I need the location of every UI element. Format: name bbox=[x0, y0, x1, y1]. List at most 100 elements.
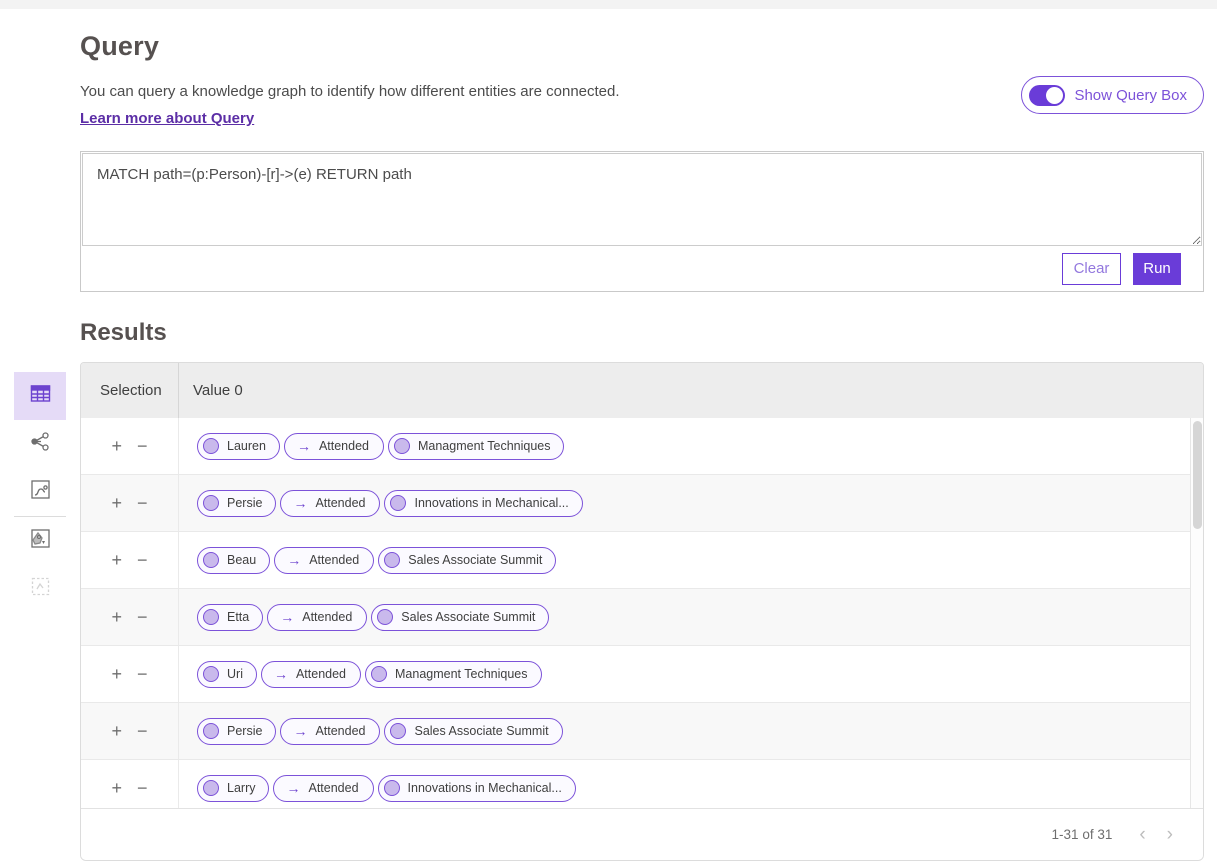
show-query-box-toggle[interactable]: Show Query Box bbox=[1021, 76, 1204, 114]
learn-more-link[interactable]: Learn more about Query bbox=[80, 110, 254, 127]
next-page-icon[interactable]: › bbox=[1167, 825, 1173, 844]
entity-chip[interactable]: Sales Associate Summit bbox=[371, 604, 549, 631]
chip-label: Attended bbox=[296, 667, 346, 681]
query-box-panel: MATCH path=(p:Person)-[r]->(e) RETURN pa… bbox=[80, 151, 1204, 292]
add-selection-button[interactable]: + bbox=[111, 437, 122, 455]
relationship-chip[interactable]: → Attended bbox=[273, 775, 373, 802]
results-view-toolbar bbox=[14, 372, 66, 613]
remove-selection-button[interactable]: − bbox=[137, 551, 148, 569]
entity-chip[interactable]: Sales Associate Summit bbox=[384, 718, 562, 745]
entity-chip[interactable]: Persie bbox=[197, 490, 276, 517]
add-selection-button[interactable]: + bbox=[111, 722, 122, 740]
entity-chip[interactable]: Managment Techniques bbox=[365, 661, 542, 688]
route-map-icon bbox=[30, 479, 51, 505]
chip-label: Uri bbox=[227, 667, 243, 681]
chip-label: Persie bbox=[227, 724, 262, 738]
entity-node-icon bbox=[203, 609, 219, 625]
arrow-right-icon: → bbox=[286, 781, 300, 795]
entity-node-icon bbox=[390, 723, 406, 739]
row-value-cell: Etta → Attended Sales Associate Summit bbox=[179, 604, 1203, 631]
chip-label: Attended bbox=[319, 439, 369, 453]
clear-button[interactable]: Clear bbox=[1062, 253, 1121, 285]
entity-node-icon bbox=[203, 438, 219, 454]
add-selection-button[interactable]: + bbox=[111, 494, 122, 512]
row-value-cell: Persie → Attended Sales Associate Summit bbox=[179, 718, 1203, 745]
relationship-chip[interactable]: → Attended bbox=[267, 604, 367, 631]
sidebar-item-route-map[interactable] bbox=[14, 468, 66, 516]
chip-label: Managment Techniques bbox=[418, 439, 551, 453]
sidebar-item-link-chart[interactable] bbox=[14, 420, 66, 468]
row-value-cell: Larry → Attended Innovations in Mechanical.… bbox=[179, 775, 1203, 802]
remove-selection-button[interactable]: − bbox=[137, 437, 148, 455]
link-chart-icon bbox=[30, 431, 51, 457]
row-selection-cell: +− bbox=[81, 646, 179, 702]
entity-chip[interactable]: Managment Techniques bbox=[388, 433, 565, 460]
run-button[interactable]: Run bbox=[1133, 253, 1181, 285]
pagination-range: 1-31 of 31 bbox=[1052, 827, 1113, 842]
arrow-right-icon: → bbox=[280, 610, 294, 624]
scrollbar-thumb[interactable] bbox=[1193, 421, 1202, 529]
chip-label: Attended bbox=[315, 724, 365, 738]
remove-selection-button[interactable]: − bbox=[137, 665, 148, 683]
chip-label: Larry bbox=[227, 781, 255, 795]
chip-label: Attended bbox=[315, 496, 365, 510]
relationship-chip[interactable]: → Attended bbox=[284, 433, 384, 460]
toggle-label: Show Query Box bbox=[1074, 87, 1187, 104]
entity-node-icon bbox=[203, 723, 219, 739]
entity-node-icon bbox=[203, 552, 219, 568]
relationship-chip[interactable]: →Attended bbox=[274, 547, 374, 574]
previous-page-icon[interactable]: ‹ bbox=[1139, 825, 1145, 844]
table-row: +− Uri →Attended Managment Techniques bbox=[81, 646, 1203, 703]
entity-node-icon bbox=[371, 666, 387, 682]
add-selection-button[interactable]: + bbox=[111, 608, 122, 626]
chip-label: Sales Associate Summit bbox=[414, 724, 548, 738]
sidebar-item-map-overlay[interactable] bbox=[14, 517, 66, 565]
row-selection-cell: +− bbox=[81, 532, 179, 588]
table-row: +− Persie → Attended Innovations in Mechanic… bbox=[81, 475, 1203, 532]
remove-selection-button[interactable]: − bbox=[137, 722, 148, 740]
arrow-right-icon: → bbox=[293, 724, 307, 738]
row-value-cell: Lauren → Attended Managment Techniques bbox=[179, 433, 1203, 460]
row-selection-cell: +− bbox=[81, 703, 179, 759]
add-selection-button[interactable]: + bbox=[111, 665, 122, 683]
pagination-controls: ‹ › bbox=[1139, 825, 1173, 844]
entity-chip[interactable]: Sales Associate Summit bbox=[378, 547, 556, 574]
sidebar-item-table-view[interactable] bbox=[14, 372, 66, 420]
entity-chip[interactable]: Uri bbox=[197, 661, 257, 688]
entity-chip[interactable]: Innovations in Mechanical... bbox=[384, 490, 582, 517]
remove-selection-button[interactable]: − bbox=[137, 779, 148, 797]
relationship-chip[interactable]: → Attended bbox=[280, 718, 380, 745]
remove-selection-button[interactable]: − bbox=[137, 494, 148, 512]
entity-chip[interactable]: Persie bbox=[197, 718, 276, 745]
entity-chip[interactable]: Lauren bbox=[197, 433, 280, 460]
entity-chip[interactable]: Etta bbox=[197, 604, 263, 631]
entity-chip[interactable]: Larry bbox=[197, 775, 269, 802]
results-table: Selection Value 0 +−Lauren→AttendedManag… bbox=[80, 362, 1204, 861]
add-selection-button[interactable]: + bbox=[111, 779, 122, 797]
toggle-switch-icon[interactable] bbox=[1029, 85, 1065, 106]
map-overlay-icon bbox=[30, 528, 51, 554]
layout-disabled-icon bbox=[30, 576, 51, 602]
arrow-right-icon: → bbox=[293, 496, 307, 510]
relationship-chip[interactable]: → Attended bbox=[280, 490, 380, 517]
table-view-icon bbox=[30, 383, 51, 409]
query-input[interactable]: MATCH path=(p:Person)-[r]->(e) RETURN pa… bbox=[82, 153, 1202, 246]
entity-chip[interactable]: Innovations in Mechanical... bbox=[378, 775, 576, 802]
add-selection-button[interactable]: + bbox=[111, 551, 122, 569]
chip-label: Persie bbox=[227, 496, 262, 510]
arrow-right-icon: → bbox=[297, 439, 311, 453]
table-row: +− Lauren → Attended Managment Techniques bbox=[81, 418, 1203, 475]
relationship-chip[interactable]: →Attended bbox=[261, 661, 361, 688]
entity-node-icon bbox=[203, 495, 219, 511]
chip-label: Beau bbox=[227, 553, 256, 567]
entity-chip[interactable]: Beau bbox=[197, 547, 270, 574]
remove-selection-button[interactable]: − bbox=[137, 608, 148, 626]
results-scrollbar[interactable] bbox=[1190, 418, 1203, 808]
chip-label: Managment Techniques bbox=[395, 667, 528, 681]
entity-node-icon bbox=[203, 666, 219, 682]
results-body: +−Lauren→AttendedManagment Techniques+−P… bbox=[81, 418, 1203, 808]
table-row: +− Larry → Attended Innovations in Mechanica… bbox=[81, 760, 1203, 808]
table-row: +− Persie → Attended Sales Associate Summit bbox=[81, 703, 1203, 760]
chip-label: Attended bbox=[308, 781, 358, 795]
chip-label: Attended bbox=[302, 610, 352, 624]
